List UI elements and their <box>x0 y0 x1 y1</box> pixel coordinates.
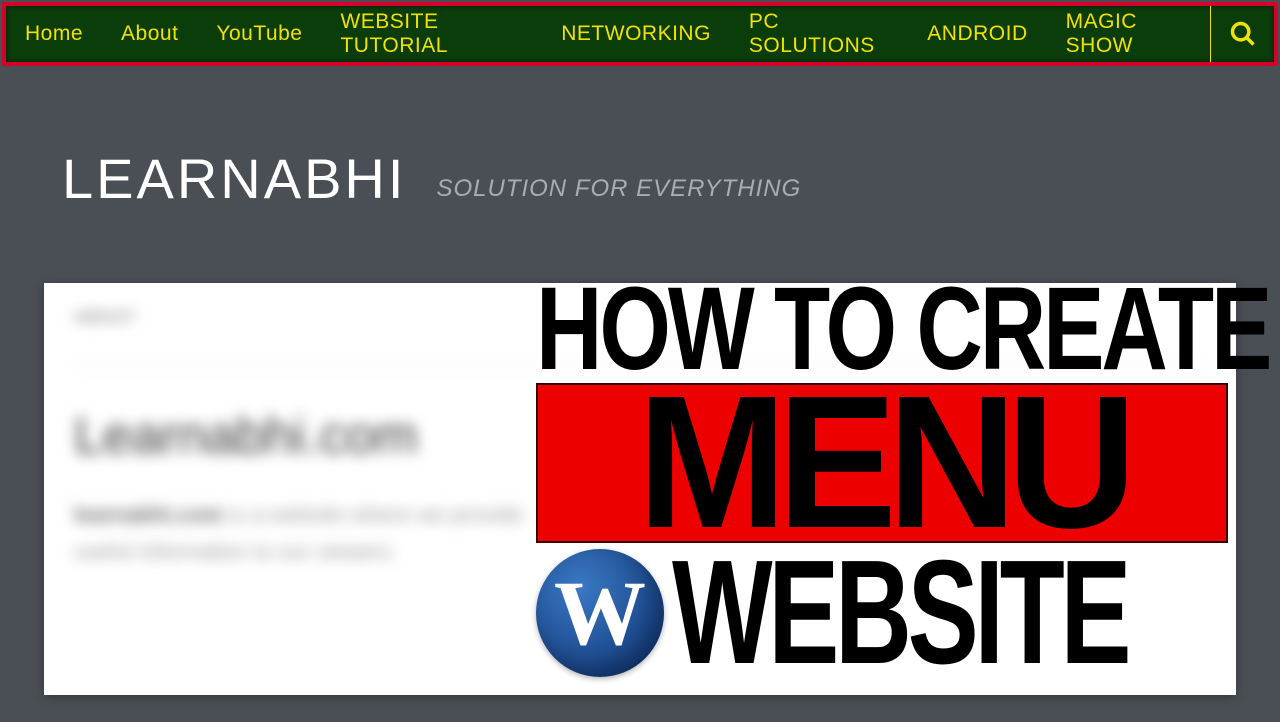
site-title: LEARNABHI <box>62 146 406 211</box>
wordpress-logo-icon: W <box>536 549 664 677</box>
thumbnail-line-2-banner: MENU <box>536 383 1228 543</box>
site-tagline: SOLUTION FOR EVERYTHING <box>436 175 801 211</box>
nav-item-youtube[interactable]: YouTube <box>197 6 321 62</box>
content-panel: ABOUT Learnabhi.com learnabhi.com is a w… <box>44 283 1236 695</box>
nav-item-website-tutorial[interactable]: WEBSITE TUTORIAL <box>321 6 542 62</box>
nav-item-home[interactable]: Home <box>6 6 102 62</box>
thumbnail-overlay: HOW TO CREATE MENU W WEBSITE <box>536 283 1236 695</box>
thumbnail-line-2: MENU <box>637 388 1127 539</box>
nav-item-magic-show[interactable]: MAGIC SHOW <box>1047 6 1210 62</box>
site-header: LEARNABHI SOLUTION FOR EVERYTHING <box>0 68 1280 211</box>
thumbnail-line-3-row: W WEBSITE <box>536 549 1236 677</box>
top-nav-bar: Home About YouTube WEBSITE TUTORIAL NETW… <box>2 2 1278 66</box>
nav-item-android[interactable]: ANDROID <box>908 6 1046 62</box>
nav-search-button[interactable] <box>1210 6 1274 62</box>
about-body-text: learnabhi.com is a website where we prov… <box>74 496 554 571</box>
about-body-bold: learnabhi.com <box>74 502 223 527</box>
nav-item-about[interactable]: About <box>102 6 197 62</box>
nav-item-networking[interactable]: NETWORKING <box>542 6 730 62</box>
nav-items: Home About YouTube WEBSITE TUTORIAL NETW… <box>6 6 1210 62</box>
search-icon <box>1229 20 1257 48</box>
nav-item-pc-solutions[interactable]: PC SOLUTIONS <box>730 6 908 62</box>
thumbnail-line-3: WEBSITE <box>672 550 1127 676</box>
